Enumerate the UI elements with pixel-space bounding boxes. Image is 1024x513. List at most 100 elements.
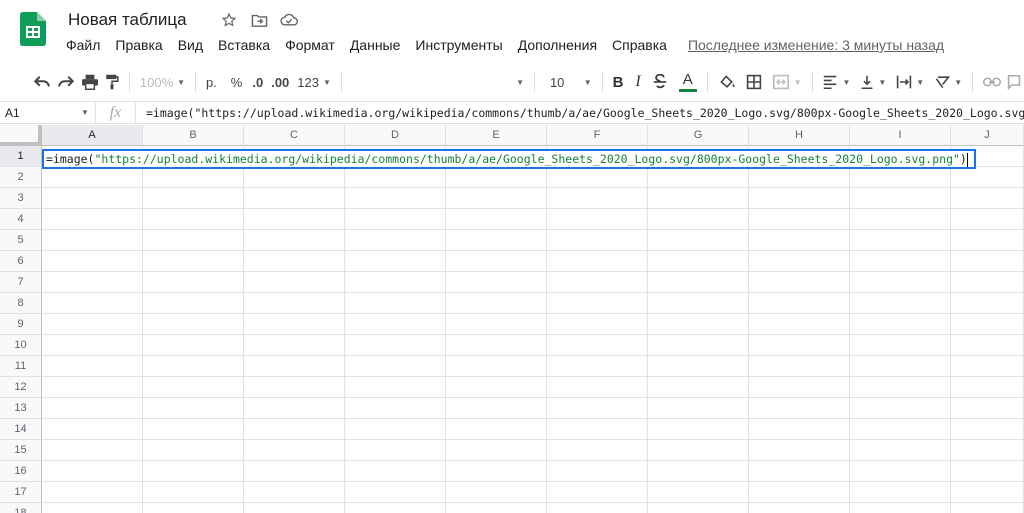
row-header-12[interactable]: 12 [0,377,42,398]
cell-b14[interactable] [143,419,244,440]
row-header-15[interactable]: 15 [0,440,42,461]
cell-d12[interactable] [345,377,446,398]
cell-c11[interactable] [244,356,345,377]
menu-file[interactable]: Файл [66,37,100,53]
cell-i4[interactable] [850,209,951,230]
cell-c9[interactable] [244,314,345,335]
row-header-17[interactable]: 17 [0,482,42,503]
cell-e11[interactable] [446,356,547,377]
cell-i6[interactable] [850,251,951,272]
insert-comment-icon[interactable] [1004,69,1024,95]
cell-j2[interactable] [951,167,1024,188]
cell-h5[interactable] [749,230,850,251]
menu-edit[interactable]: Правка [115,37,162,53]
cell-c17[interactable] [244,482,345,503]
fill-color-icon[interactable] [715,69,739,95]
cell-d2[interactable] [345,167,446,188]
cell-d10[interactable] [345,335,446,356]
cell-b18[interactable] [143,503,244,513]
cell-h8[interactable] [749,293,850,314]
cell-e2[interactable] [446,167,547,188]
cell-g7[interactable] [648,272,749,293]
cell-h15[interactable] [749,440,850,461]
cell-c4[interactable] [244,209,345,230]
cell-h6[interactable] [749,251,850,272]
cell-g12[interactable] [648,377,749,398]
cell-e16[interactable] [446,461,547,482]
cell-f4[interactable] [547,209,648,230]
cell-i8[interactable] [850,293,951,314]
cell-a11[interactable] [42,356,143,377]
cell-f10[interactable] [547,335,648,356]
menu-addons[interactable]: Дополнения [518,37,597,53]
cell-a2[interactable] [42,167,143,188]
cell-b12[interactable] [143,377,244,398]
cell-h3[interactable] [749,188,850,209]
cloud-status-icon[interactable] [278,10,300,30]
cell-f9[interactable] [547,314,648,335]
cell-c3[interactable] [244,188,345,209]
percent-format-button[interactable]: % [228,69,246,95]
cell-c5[interactable] [244,230,345,251]
cell-d14[interactable] [345,419,446,440]
cell-h4[interactable] [749,209,850,230]
paint-format-icon[interactable] [102,69,122,95]
column-header-i[interactable]: I [850,125,951,146]
horizontal-align-icon[interactable]: ▼ [819,69,853,95]
cell-e6[interactable] [446,251,547,272]
cell-h10[interactable] [749,335,850,356]
cell-e13[interactable] [446,398,547,419]
cell-g18[interactable] [648,503,749,513]
text-color-button[interactable]: A [676,69,700,95]
cell-a12[interactable] [42,377,143,398]
cell-f16[interactable] [547,461,648,482]
cell-e14[interactable] [446,419,547,440]
menu-format[interactable]: Формат [285,37,335,53]
redo-icon[interactable] [54,69,78,95]
cell-b10[interactable] [143,335,244,356]
cell-e12[interactable] [446,377,547,398]
row-header-11[interactable]: 11 [0,356,42,377]
menu-tools[interactable]: Инструменты [415,37,502,53]
vertical-align-icon[interactable]: ▼ [857,69,889,95]
cell-b3[interactable] [143,188,244,209]
cell-a14[interactable] [42,419,143,440]
cell-d8[interactable] [345,293,446,314]
cell-b5[interactable] [143,230,244,251]
cell-e7[interactable] [446,272,547,293]
cell-f8[interactable] [547,293,648,314]
menu-data[interactable]: Данные [350,37,401,53]
cell-c15[interactable] [244,440,345,461]
cell-d7[interactable] [345,272,446,293]
cell-g17[interactable] [648,482,749,503]
cell-f14[interactable] [547,419,648,440]
cell-a15[interactable] [42,440,143,461]
cell-b7[interactable] [143,272,244,293]
cell-j16[interactable] [951,461,1024,482]
cell-i12[interactable] [850,377,951,398]
cell-d4[interactable] [345,209,446,230]
cell-e18[interactable] [446,503,547,513]
cell-d18[interactable] [345,503,446,513]
cell-d3[interactable] [345,188,446,209]
cell-h9[interactable] [749,314,850,335]
cell-i9[interactable] [850,314,951,335]
column-header-c[interactable]: C [244,125,345,146]
cell-j5[interactable] [951,230,1024,251]
cell-j4[interactable] [951,209,1024,230]
column-header-h[interactable]: H [749,125,850,146]
increase-decimals-button[interactable]: .00 [268,69,292,95]
cell-c18[interactable] [244,503,345,513]
cell-j17[interactable] [951,482,1024,503]
row-header-6[interactable]: 6 [0,251,42,272]
cell-b9[interactable] [143,314,244,335]
row-header-13[interactable]: 13 [0,398,42,419]
cell-c8[interactable] [244,293,345,314]
cell-i13[interactable] [850,398,951,419]
sheets-logo-icon[interactable] [20,12,46,46]
row-header-8[interactable]: 8 [0,293,42,314]
cell-i15[interactable] [850,440,951,461]
cell-g15[interactable] [648,440,749,461]
cell-g6[interactable] [648,251,749,272]
cell-a10[interactable] [42,335,143,356]
